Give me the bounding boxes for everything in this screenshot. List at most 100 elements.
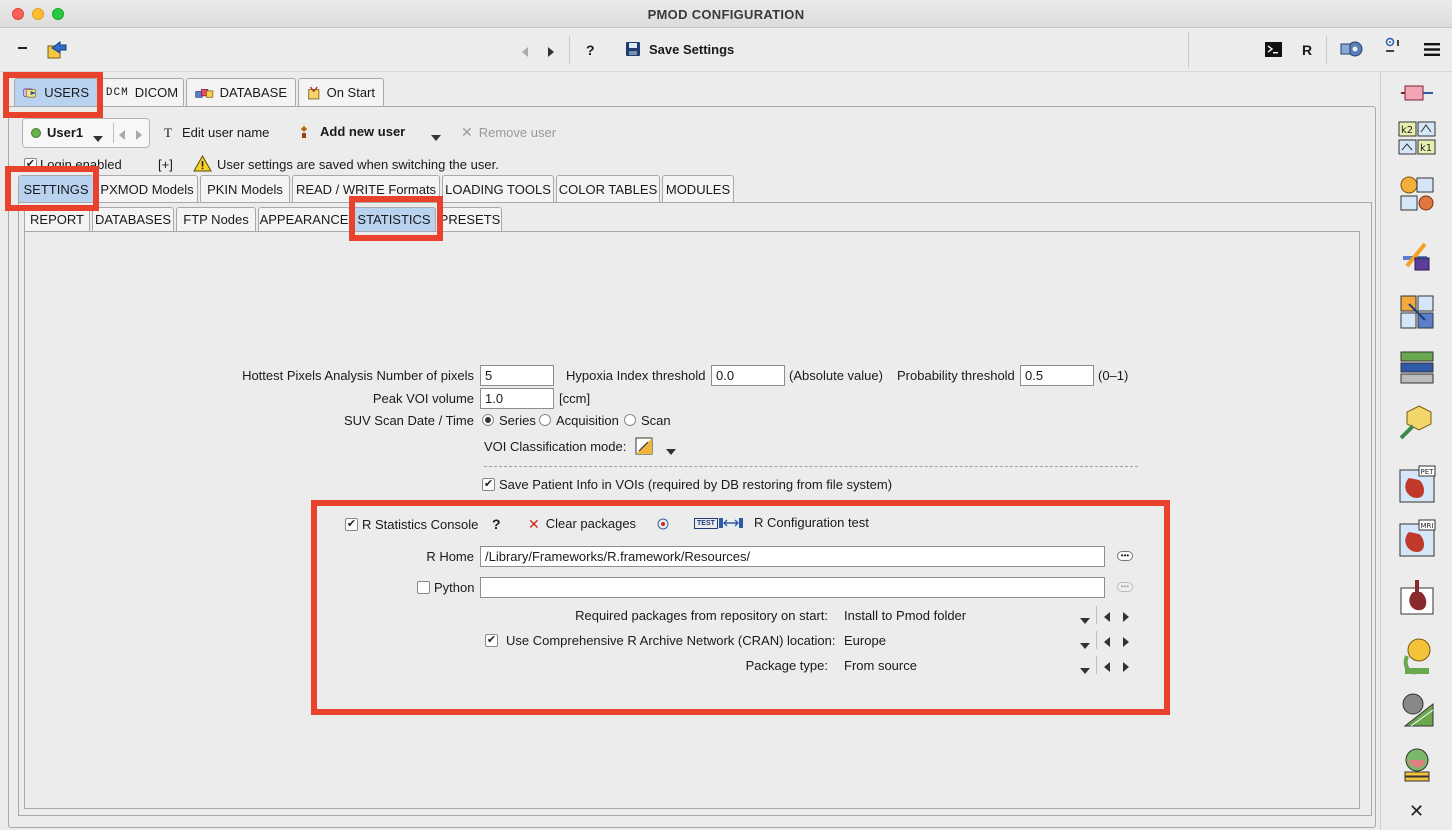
python-browse-icon[interactable]: ••• <box>1117 582 1133 592</box>
cran-checkbox[interactable]: ✔ <box>485 634 498 647</box>
r-help-button[interactable]: ? <box>492 516 501 532</box>
r-home-browse-icon[interactable]: ••• <box>1117 551 1133 561</box>
remove-user-button[interactable]: ✕ Remove user <box>461 125 556 140</box>
required-packages-value[interactable]: Install to Pmod folder <box>844 608 966 623</box>
nav-back-icon[interactable] <box>522 45 528 60</box>
package-type-prev-icon[interactable] <box>1104 660 1110 675</box>
package-type-next-icon[interactable] <box>1123 660 1129 675</box>
user-selector[interactable]: User1 <box>22 118 150 148</box>
fusion-icon[interactable] <box>1397 174 1437 214</box>
suv-series-label: Series <box>499 413 536 428</box>
hypoxia-input[interactable]: 0.0 <box>711 365 785 386</box>
user-name: User1 <box>47 125 84 140</box>
login-enabled-checkbox[interactable]: ✔ <box>24 158 37 171</box>
tab-color-tables[interactable]: COLOR TABLES <box>556 175 660 203</box>
tab-pxmod-models[interactable]: PXMOD Models <box>96 175 198 203</box>
required-packages-dropdown-icon[interactable] <box>1080 612 1090 627</box>
kinetic-model-icon[interactable]: k2 k1 <box>1397 118 1437 158</box>
export-arrow-icon[interactable] <box>46 38 68 60</box>
python-input[interactable] <box>480 577 1105 598</box>
tab-database-label: DATABASE <box>219 85 287 100</box>
tab-on-start[interactable]: On Start <box>298 78 384 106</box>
target-icon[interactable] <box>657 518 669 530</box>
r-config-test-button[interactable]: TEST R Configuration test <box>694 515 869 530</box>
viewer-arrow-icon[interactable] <box>1397 236 1437 276</box>
nav-forward-icon[interactable] <box>548 45 554 60</box>
peak-voi-input[interactable]: 1.0 <box>480 388 554 409</box>
tab-dicom[interactable]: DCM DICOM <box>100 78 184 106</box>
3d-rendering-icon[interactable] <box>1397 402 1437 442</box>
mri-cardiac-icon[interactable]: MRI <box>1397 518 1437 558</box>
brain-analysis-icon[interactable] <box>1397 690 1437 730</box>
tab-modules[interactable]: MODULES <box>662 175 734 203</box>
r-home-input[interactable]: /Library/Frameworks/R.framework/Resource… <box>480 546 1105 567</box>
tab-ftp-nodes[interactable]: FTP Nodes <box>176 207 256 231</box>
title-bar: PMOD CONFIGURATION <box>0 0 1452 28</box>
segmentation-icon[interactable] <box>1397 292 1437 332</box>
save-patient-info-checkbox[interactable]: ✔ <box>482 478 495 491</box>
suv-series-radio[interactable] <box>482 414 494 426</box>
menu-icon[interactable] <box>1424 42 1440 57</box>
gear-config-icon[interactable] <box>1340 38 1366 60</box>
tab-report[interactable]: REPORT <box>24 207 90 231</box>
tab-statistics[interactable]: STATISTICS <box>352 207 436 231</box>
cran-dropdown-icon[interactable] <box>1080 637 1090 652</box>
user-next-icon[interactable] <box>136 128 142 143</box>
terminal-icon[interactable] <box>1265 42 1282 57</box>
suv-acquisition-radio[interactable] <box>539 414 551 426</box>
required-next-icon[interactable] <box>1123 610 1129 625</box>
module-sidebar: k2 k1 PET MRI ✕ <box>1380 72 1452 830</box>
close-sidebar-icon[interactable]: ✕ <box>1409 802 1424 820</box>
tab-modules-label: MODULES <box>665 182 731 197</box>
toolbar: ? Save Settings R <box>0 28 1452 72</box>
expand-button[interactable]: [+] <box>158 157 173 172</box>
plugin-icon[interactable] <box>1397 76 1437 116</box>
package-type-value[interactable]: From source <box>844 658 917 673</box>
tab-databases[interactable]: DATABASES <box>92 207 174 231</box>
tab-database[interactable]: DATABASE <box>186 78 296 106</box>
tab-loading-tools[interactable]: LOADING TOOLS <box>442 175 554 203</box>
user-settings-icon[interactable] <box>1385 36 1407 58</box>
tab-settings[interactable]: SETTINGS <box>18 175 94 203</box>
tab-appearance[interactable]: APPEARANCE <box>258 207 350 231</box>
neuro-icon[interactable] <box>1397 636 1437 676</box>
package-type-label: Package type: <box>745 658 828 673</box>
save-settings-button[interactable]: Save Settings <box>625 41 734 57</box>
r-console-button[interactable]: R <box>1302 42 1312 58</box>
clear-packages-button[interactable]: ✕ Clear packages <box>528 516 636 531</box>
voi-classification-icon[interactable] <box>635 437 653 455</box>
required-prev-icon[interactable] <box>1104 610 1110 625</box>
cran-value[interactable]: Europe <box>844 633 886 648</box>
help-button[interactable]: ? <box>586 42 595 58</box>
add-new-user-button[interactable]: Add new user <box>298 124 405 139</box>
python-label: Python <box>434 580 475 595</box>
separator <box>484 466 1138 467</box>
cardiac-analysis-icon[interactable] <box>1397 578 1437 618</box>
add-user-dropdown-icon[interactable] <box>431 129 441 144</box>
database-icon <box>195 88 214 98</box>
suv-scan-radio[interactable] <box>624 414 636 426</box>
svg-text:k1: k1 <box>1420 143 1432 154</box>
tumor-analysis-icon[interactable] <box>1397 746 1437 786</box>
tab-users[interactable]: USERS <box>14 78 98 106</box>
tab-color-tables-label: COLOR TABLES <box>558 182 658 197</box>
warning-icon <box>193 155 212 172</box>
user-dropdown-icon[interactable] <box>93 130 103 145</box>
cran-prev-icon[interactable] <box>1104 635 1110 650</box>
tab-presets[interactable]: PRESETS <box>438 207 502 231</box>
r-console-checkbox[interactable]: ✔ <box>345 518 358 531</box>
pet-cardiac-icon[interactable]: PET <box>1397 464 1437 504</box>
cran-next-icon[interactable] <box>1123 635 1129 650</box>
hottest-pixels-input[interactable]: 5 <box>480 365 554 386</box>
voi-classification-dropdown-icon[interactable] <box>666 443 676 458</box>
image-browser-icon[interactable] <box>1397 348 1437 388</box>
python-checkbox[interactable] <box>417 581 430 594</box>
tab-read-write-formats[interactable]: READ / WRITE Formats <box>292 175 440 203</box>
package-type-dropdown-icon[interactable] <box>1080 662 1090 677</box>
minimize-panel-icon[interactable] <box>18 47 27 49</box>
tab-pkin-models[interactable]: PKIN Models <box>200 175 290 203</box>
edit-user-name-button[interactable]: T Edit user name <box>164 125 269 141</box>
probability-input[interactable]: 0.5 <box>1020 365 1094 386</box>
save-patient-info-label: Save Patient Info in VOIs (required by D… <box>499 477 893 492</box>
user-prev-icon[interactable] <box>119 128 125 143</box>
